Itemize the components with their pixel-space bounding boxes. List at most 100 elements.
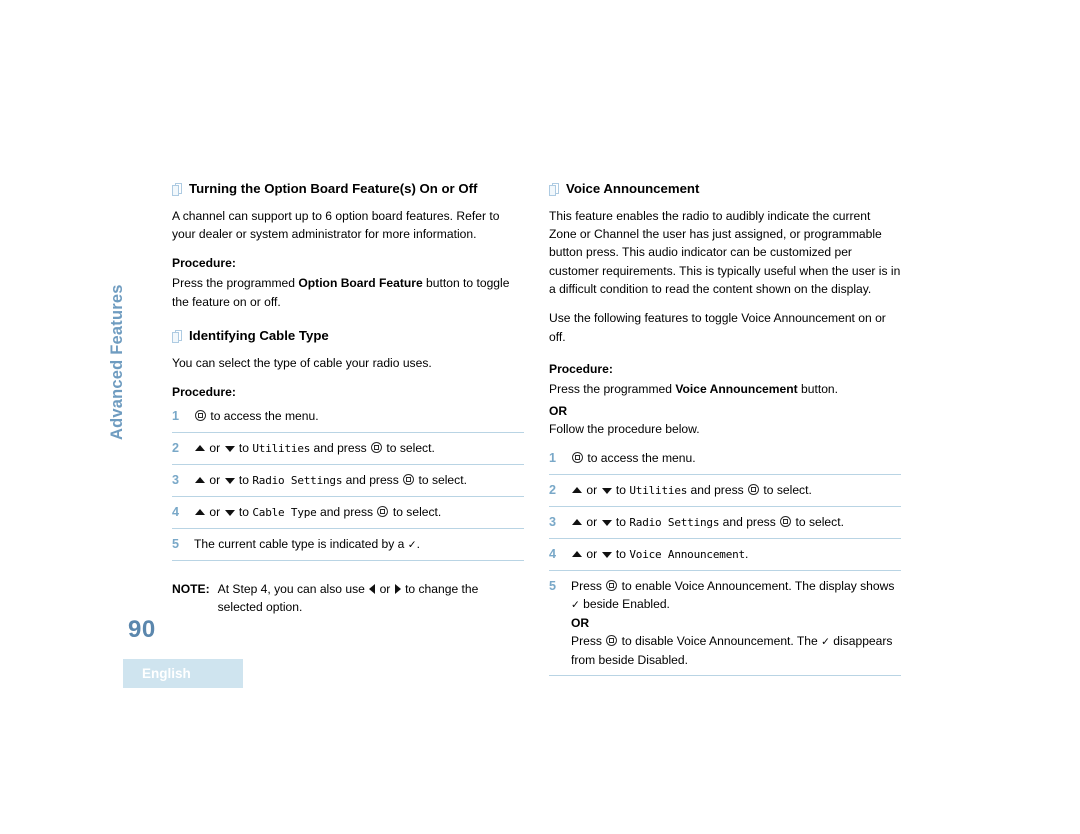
procedure-follow-text: Follow the procedure below. bbox=[549, 421, 700, 436]
menu-item-name: Radio Settings bbox=[629, 515, 720, 529]
step-or: or bbox=[586, 514, 598, 529]
procedure-or-label: OR bbox=[549, 403, 568, 418]
step-press-1-post: to enable Voice Announcement. The displa… bbox=[618, 578, 895, 593]
section-heading-text: Voice Announcement bbox=[566, 181, 700, 196]
step-press-2-pre: Press bbox=[571, 633, 606, 648]
arrow-up-icon bbox=[572, 487, 582, 494]
step-and-press: and press bbox=[319, 504, 374, 519]
menu-item-name: Utilities bbox=[629, 484, 688, 498]
step-or: or bbox=[209, 504, 221, 519]
checkmark-icon: ✓ bbox=[571, 598, 580, 611]
note-block-cable-type: NOTE: At Step 4, you can also use or to … bbox=[172, 580, 524, 616]
procedure-text-post: button. bbox=[797, 382, 839, 397]
step-number: 4 bbox=[549, 546, 557, 561]
step-item: 5 Press to enable Voice Announcement. Th… bbox=[549, 576, 901, 676]
step-text: Press to enable Voice Announcement. The … bbox=[571, 577, 901, 669]
arrow-up-icon bbox=[195, 445, 205, 452]
document-page-icon bbox=[172, 183, 182, 196]
arrow-left-icon bbox=[369, 583, 376, 594]
language-badge: English bbox=[123, 659, 243, 688]
menu-button-icon bbox=[606, 579, 618, 591]
section-heading-cable-type: Identifying Cable Type bbox=[172, 328, 524, 345]
step-or: or bbox=[586, 483, 598, 498]
menu-button-icon bbox=[572, 452, 583, 464]
step-text-body: to access the menu. bbox=[584, 451, 696, 466]
step-text-post: . bbox=[416, 536, 420, 551]
arrow-up-icon bbox=[195, 476, 205, 483]
step-item: 4 or to Voice Announcement. bbox=[549, 544, 901, 571]
step-number: 2 bbox=[172, 441, 180, 456]
arrow-down-icon bbox=[224, 509, 235, 516]
step-item: 1 to access the menu. bbox=[549, 449, 901, 476]
step-text: or to Voice Announcement. bbox=[571, 545, 901, 564]
arrow-down-icon bbox=[224, 477, 235, 484]
section-intro-voice-announcement-2: Use the following features to toggle Voi… bbox=[549, 311, 886, 344]
step-text: to access the menu. bbox=[194, 407, 524, 425]
arrow-right-icon bbox=[394, 583, 401, 594]
step-item: 2 or to Utilities and press to select. bbox=[172, 438, 524, 465]
step-suffix: to select. bbox=[763, 483, 812, 498]
step-to: to bbox=[238, 472, 249, 487]
step-or: or bbox=[586, 546, 598, 561]
step-number: 1 bbox=[172, 409, 180, 424]
procedure-text-pre: Press the programmed bbox=[172, 276, 299, 291]
document-page-icon bbox=[549, 183, 559, 196]
menu-item-name: Radio Settings bbox=[252, 473, 343, 487]
procedure-text-voice-announcement: Press the programmed Voice Announcement … bbox=[549, 380, 901, 398]
procedure-steps-voice-announcement: 1 to access the menu. 2 or to Utilities … bbox=[549, 449, 901, 676]
step-text: or to Utilities and press to select. bbox=[194, 439, 524, 458]
section-heading-option-board: Turning the Option Board Feature(s) On o… bbox=[172, 181, 524, 198]
step-press-2-post: to disable Voice Announcement. The bbox=[618, 633, 822, 648]
step-number: 3 bbox=[172, 472, 180, 487]
arrow-down-icon bbox=[601, 519, 612, 526]
note-text: At Step 4, you can also use or to change… bbox=[218, 580, 524, 616]
step-text: or to Utilities and press to select. bbox=[571, 481, 901, 500]
arrow-down-icon bbox=[224, 446, 235, 453]
menu-button-icon bbox=[748, 484, 760, 496]
checkmark-icon: ✓ bbox=[821, 635, 830, 648]
step-suffix: . bbox=[744, 546, 749, 561]
section-intro-voice-announcement-1: This feature enables the radio to audibl… bbox=[549, 208, 901, 297]
menu-item-name: Utilities bbox=[252, 442, 311, 456]
step-or-label: OR bbox=[571, 615, 590, 630]
procedure-label-voice-announcement: Procedure: bbox=[549, 362, 613, 377]
step-number: 5 bbox=[172, 536, 180, 551]
step-press-1-pre: Press bbox=[571, 578, 606, 593]
step-text-pre: The current cable type is indicated by a bbox=[194, 536, 408, 551]
step-suffix: to select. bbox=[795, 514, 844, 529]
menu-button-icon bbox=[780, 515, 792, 527]
step-text: to access the menu. bbox=[571, 449, 901, 467]
step-and-press: and press bbox=[690, 483, 744, 498]
arrow-down-icon bbox=[601, 488, 612, 495]
step-text: or to Cable Type and press to select. bbox=[194, 503, 524, 522]
step-number: 3 bbox=[549, 514, 557, 529]
procedure-button-name: Option Board Feature bbox=[298, 276, 423, 291]
step-number: 2 bbox=[549, 483, 557, 498]
procedure-text-pre: Press the programmed bbox=[549, 382, 676, 397]
checkmark-icon: ✓ bbox=[407, 538, 417, 551]
procedure-button-name: Voice Announcement bbox=[675, 382, 798, 397]
right-column: Voice Announcement This feature enables … bbox=[549, 181, 901, 681]
procedure-steps-cable-type: 1 to access the menu. 2 or to Utilities … bbox=[172, 407, 524, 561]
step-item: 4 or to Cable Type and press to select. bbox=[172, 502, 524, 529]
note-text-pre: At Step 4, you can also use bbox=[217, 581, 369, 596]
section-intro-option-board: A channel can support up to 6 option boa… bbox=[172, 208, 500, 241]
procedure-label-cable-type: Procedure: bbox=[172, 385, 236, 400]
step-to: to bbox=[615, 483, 626, 498]
section-intro-cable-type: You can select the type of cable your ra… bbox=[172, 355, 432, 370]
procedure-text-option-board: Press the programmed Option Board Featur… bbox=[172, 274, 524, 311]
step-suffix: to select. bbox=[418, 472, 467, 487]
step-item: 3 or to Radio Settings and press to sele… bbox=[549, 512, 901, 539]
procedure-label-option-board: Procedure: bbox=[172, 256, 236, 271]
step-to: to bbox=[615, 514, 626, 529]
step-text-body: to access the menu. bbox=[207, 409, 319, 424]
step-or: or bbox=[209, 472, 221, 487]
step-item: 3 or to Radio Settings and press to sele… bbox=[172, 470, 524, 497]
arrow-down-icon bbox=[601, 551, 612, 558]
step-text: The current cable type is indicated by a… bbox=[194, 535, 524, 554]
document-page: Advanced Features Turning the Option Boa… bbox=[0, 0, 1080, 834]
step-and-press: and press bbox=[345, 472, 399, 487]
step-item: 5 The current cable type is indicated by… bbox=[172, 534, 524, 561]
menu-button-icon bbox=[606, 634, 618, 646]
step-to: to bbox=[238, 504, 249, 519]
